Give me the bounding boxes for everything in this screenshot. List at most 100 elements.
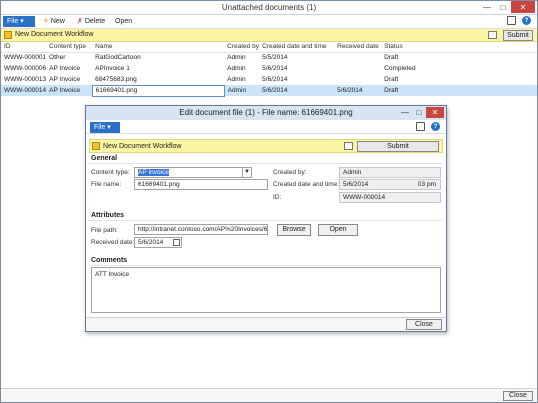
cell-id: WWW-000014 bbox=[1, 85, 47, 96]
cell-created-date: 5/6/2014 bbox=[262, 65, 288, 72]
ribbon-icons: ? bbox=[507, 16, 531, 25]
dialog-ribbon-icons: ? bbox=[416, 122, 440, 131]
cell-status: Draft bbox=[381, 85, 537, 96]
id-field: WWW-000014 bbox=[339, 192, 441, 203]
workflow-icon bbox=[92, 142, 100, 150]
main-bottom-bar: Close bbox=[1, 388, 537, 402]
received-date-field[interactable]: 5/6/2014 bbox=[134, 237, 182, 248]
dialog-workflow-label: New Document Workflow bbox=[103, 143, 182, 150]
column-header-content-type[interactable]: Content type bbox=[46, 42, 93, 53]
id-label: ID: bbox=[273, 194, 282, 201]
column-header-created-date[interactable]: Created date and time bbox=[259, 42, 335, 53]
cell-received-date bbox=[334, 63, 381, 74]
new-label: New bbox=[50, 18, 65, 25]
created-datetime-field: 5/6/2014 03 pm bbox=[339, 179, 441, 190]
dialog-file-menu-button[interactable]: File ▾ bbox=[90, 122, 120, 133]
cell-received-date: 5/6/2014 bbox=[334, 85, 382, 96]
cell-created-by: Admin bbox=[224, 85, 260, 96]
created-datetime-label: Created date and time: bbox=[273, 181, 340, 188]
delete-label: Delete bbox=[84, 18, 106, 25]
edit-document-dialog: Edit document file (1) - File name: 6166… bbox=[85, 105, 447, 332]
cell-status: Completed bbox=[384, 65, 416, 72]
created-date-value: 5/6/2014 bbox=[343, 181, 369, 188]
open-file-button[interactable]: Open bbox=[318, 224, 358, 236]
maximize-button[interactable]: □ bbox=[495, 1, 511, 13]
calendar-icon[interactable] bbox=[173, 239, 180, 246]
workflow-label: New Document Workflow bbox=[15, 31, 94, 38]
cell-created-by: Admin bbox=[227, 76, 246, 83]
workflow-history-icon[interactable] bbox=[344, 142, 353, 150]
cell-created-date: 5/5/2014 bbox=[262, 54, 288, 62]
created-by-field: Admin bbox=[339, 167, 441, 178]
column-header-received-date[interactable]: Received date bbox=[334, 42, 382, 53]
column-header-status[interactable]: Status bbox=[381, 42, 537, 53]
content-type-select[interactable]: AP Invoice ▼ bbox=[134, 167, 252, 178]
divider bbox=[89, 220, 443, 221]
main-close-button[interactable]: Close bbox=[503, 391, 533, 401]
general-heading: General bbox=[91, 155, 118, 162]
new-icon: ✳ bbox=[43, 18, 49, 25]
dialog-ribbon: File ▾ ? bbox=[86, 120, 446, 134]
created-by-label: Created by: bbox=[273, 169, 307, 176]
table-row[interactable]: WWW-000013 AP Invoice 68475683.png Admin… bbox=[1, 74, 537, 85]
dialog-minimize-button[interactable]: — bbox=[398, 107, 412, 118]
column-header-name[interactable]: Name bbox=[92, 42, 225, 53]
chevron-down-icon[interactable]: ▼ bbox=[242, 168, 251, 177]
cell-created-by: Admin bbox=[227, 65, 246, 72]
delete-icon: ✗ bbox=[77, 18, 83, 25]
received-date-value: 5/6/2014 bbox=[138, 239, 164, 246]
cell-content-type: Other bbox=[49, 54, 66, 62]
help-icon[interactable]: ? bbox=[522, 16, 531, 25]
cell-content-type: AP Invoice bbox=[49, 76, 81, 83]
file-name-label: File name: bbox=[91, 181, 122, 188]
dialog-workflow-bar: New Document Workflow Submit bbox=[89, 139, 443, 153]
browse-button[interactable]: Browse bbox=[277, 224, 311, 236]
cell-status: Draft bbox=[384, 54, 399, 62]
window-controls: — □ ✕ bbox=[479, 1, 535, 14]
dialog-bottom-bar: Close bbox=[86, 317, 446, 331]
workflow-bar: New Document Workflow Submit bbox=[1, 29, 537, 42]
content-type-value: AP Invoice bbox=[138, 169, 169, 176]
workflow-submit-button[interactable]: Submit bbox=[503, 30, 533, 41]
workflow-history-icon[interactable] bbox=[488, 31, 497, 39]
new-button[interactable]: ✳ New bbox=[43, 16, 65, 27]
delete-button[interactable]: ✗ Delete bbox=[77, 16, 105, 27]
cell-id: WWW-000001 bbox=[4, 54, 47, 62]
file-menu-button[interactable]: File ▾ bbox=[3, 16, 35, 27]
column-header-created-by[interactable]: Created by bbox=[224, 42, 260, 53]
minimize-button[interactable]: — bbox=[479, 1, 495, 13]
layout-icon[interactable] bbox=[507, 16, 516, 25]
cell-created-by: Admin bbox=[227, 54, 246, 62]
dialog-close-window-button[interactable]: ✕ bbox=[426, 107, 444, 118]
dialog-title: Edit document file (1) - File name: 6166… bbox=[179, 108, 353, 117]
layout-icon[interactable] bbox=[416, 122, 425, 131]
comments-textarea[interactable]: ATT Invoice bbox=[91, 267, 441, 313]
help-icon[interactable]: ? bbox=[431, 122, 440, 131]
cell-created-date: 5/6/2014 bbox=[262, 76, 288, 83]
cell-name: APInvoice 1 bbox=[95, 65, 130, 72]
table-row-selected[interactable]: WWW-000014 AP Invoice 61669401.png Admin… bbox=[1, 84, 537, 97]
open-label: Open bbox=[115, 18, 133, 25]
dialog-maximize-button[interactable]: □ bbox=[412, 107, 426, 118]
cell-created-date: 5/6/2014 bbox=[259, 85, 335, 96]
column-header-id[interactable]: ID bbox=[1, 42, 47, 53]
dialog-submit-button[interactable]: Submit bbox=[357, 141, 439, 152]
content-type-label: Content type: bbox=[91, 169, 130, 176]
cell-name[interactable]: 61669401.png bbox=[91, 84, 225, 97]
dialog-close-button[interactable]: Close bbox=[406, 319, 442, 330]
table-row[interactable]: WWW-000001 Other RatGodCartoon Admin 5/5… bbox=[1, 52, 537, 63]
divider bbox=[89, 163, 443, 164]
table-row[interactable]: WWW-000006 AP Invoice APInvoice 1 Admin … bbox=[1, 63, 537, 74]
file-name-field[interactable]: 61669401.png bbox=[134, 179, 268, 190]
table-header-row: ID Content type Name Created by Created … bbox=[1, 42, 537, 53]
workflow-icon bbox=[4, 31, 12, 39]
open-button[interactable]: Open bbox=[115, 16, 132, 27]
window-title: Unattached documents (1) bbox=[221, 3, 317, 12]
cell-status: Draft bbox=[384, 76, 399, 83]
file-path-field[interactable]: http://intranet.contoso.com/AP%20Invoice… bbox=[134, 224, 268, 235]
close-window-button[interactable]: ✕ bbox=[511, 1, 535, 13]
cell-received-date bbox=[334, 74, 381, 85]
divider bbox=[89, 265, 443, 266]
documents-table: ID Content type Name Created by Created … bbox=[1, 42, 537, 97]
file-menu-label: File bbox=[7, 18, 19, 25]
